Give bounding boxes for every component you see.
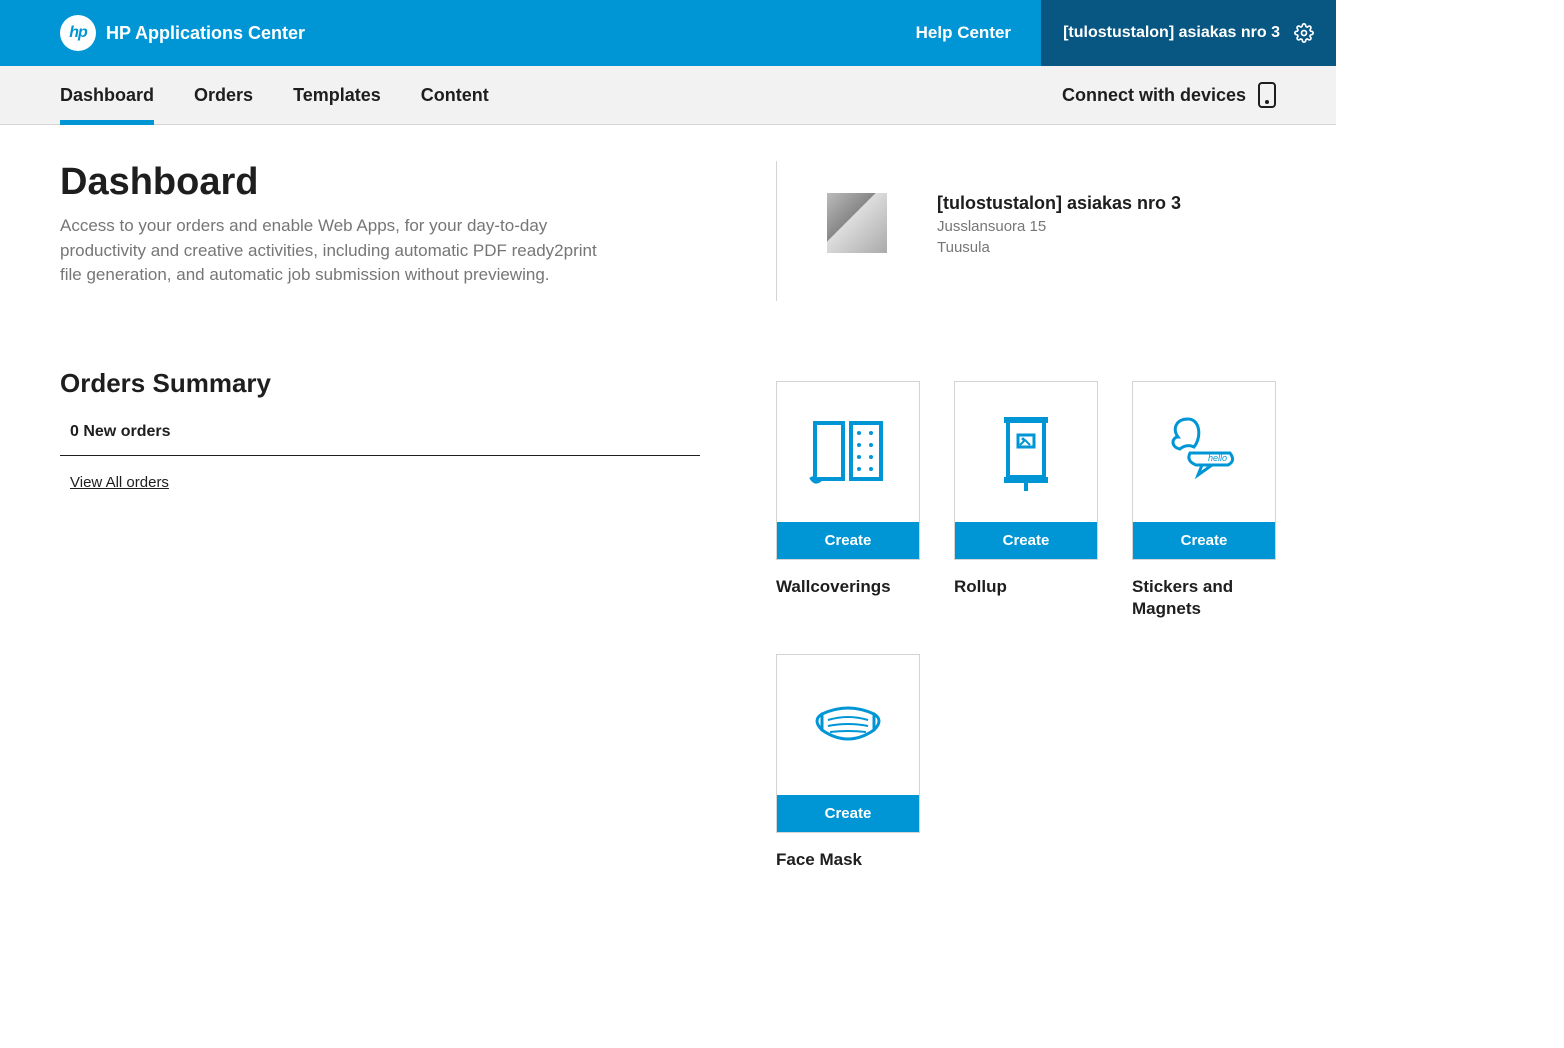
account-label: [tulostustalon] asiakas nro 3 (1063, 24, 1280, 42)
create-facemask-button[interactable]: Create (777, 795, 919, 832)
page-title: Dashboard (60, 161, 716, 204)
device-icon (1258, 82, 1276, 108)
app-card-wallcoverings: Create Wallcoverings (776, 381, 920, 620)
nav-bar: Dashboard Orders Templates Content Conne… (0, 66, 1336, 125)
app-card-label: Rollup (954, 576, 1098, 598)
dashboard-header: Dashboard Access to your orders and enab… (60, 161, 736, 288)
orders-new-count: 0 New orders (60, 423, 700, 456)
hp-logo-icon: hp (60, 15, 96, 51)
orders-summary-heading: Orders Summary (60, 368, 700, 399)
customer-name: [tulostustalon] asiakas nro 3 (937, 193, 1181, 214)
top-bar-brand: hp HP Applications Center (0, 15, 305, 51)
customer-address-line1: Jusslansuora 15 (937, 216, 1181, 237)
help-center-link[interactable]: Help Center (886, 23, 1041, 43)
app-title: HP Applications Center (106, 23, 305, 44)
account-menu[interactable]: [tulostustalon] asiakas nro 3 (1041, 0, 1336, 66)
facemask-icon (777, 655, 919, 795)
tab-dashboard[interactable]: Dashboard (60, 66, 154, 124)
app-card-label: Stickers and Magnets (1132, 576, 1276, 620)
app-card-facemask: Create Face Mask (776, 654, 920, 871)
nav-tabs: Dashboard Orders Templates Content (60, 66, 489, 124)
customer-block: [tulostustalon] asiakas nro 3 Jusslansuo… (777, 161, 1181, 258)
app-card-stickers: hello Create Stickers and Magnets (1132, 381, 1276, 620)
page-description: Access to your orders and enable Web App… (60, 214, 620, 288)
main-content: Dashboard Access to your orders and enab… (0, 125, 1336, 891)
app-card-label: Wallcoverings (776, 576, 920, 598)
app-card-label: Face Mask (776, 849, 920, 871)
app-cards: Create Wallcoverings (776, 381, 1276, 871)
customer-thumbnail (827, 193, 887, 253)
gear-icon (1294, 23, 1314, 43)
connect-devices[interactable]: Connect with devices (1062, 82, 1276, 108)
connect-devices-label: Connect with devices (1062, 85, 1246, 106)
orders-summary: Orders Summary 0 New orders View All ord… (60, 368, 700, 491)
app-card-rollup: Create Rollup (954, 381, 1098, 620)
create-rollup-button[interactable]: Create (955, 522, 1097, 559)
view-all-orders-link[interactable]: View All orders (60, 474, 700, 491)
tab-templates[interactable]: Templates (293, 66, 381, 124)
create-wallcoverings-button[interactable]: Create (777, 522, 919, 559)
top-bar: hp HP Applications Center Help Center [t… (0, 0, 1336, 66)
rollup-icon (955, 382, 1097, 522)
tab-orders[interactable]: Orders (194, 66, 253, 124)
customer-address-line2: Tuusula (937, 237, 1181, 258)
wallcoverings-icon (777, 382, 919, 522)
stickers-icon: hello (1133, 382, 1275, 522)
create-stickers-button[interactable]: Create (1133, 522, 1275, 559)
tab-content[interactable]: Content (421, 66, 489, 124)
svg-text:hello: hello (1208, 453, 1227, 463)
